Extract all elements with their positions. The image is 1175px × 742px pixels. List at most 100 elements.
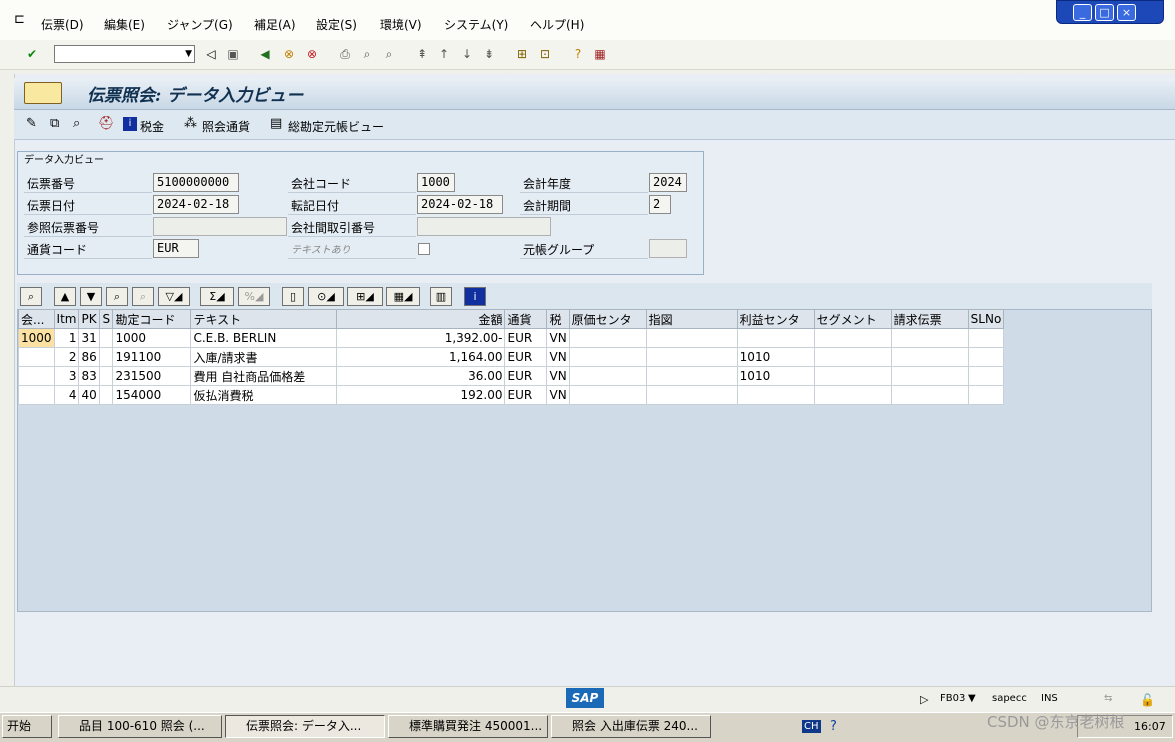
- cell[interactable]: VN: [546, 366, 570, 386]
- cell[interactable]: [967, 347, 1005, 367]
- ledger-group-field[interactable]: [649, 239, 687, 258]
- find-next-icon[interactable]: ⌕: [132, 287, 154, 306]
- export-icon[interactable]: ⊞◢: [347, 287, 383, 306]
- cell[interactable]: VN: [546, 328, 570, 348]
- cell[interactable]: [645, 347, 738, 367]
- cancel-icon[interactable]: ⊗: [304, 46, 320, 62]
- cell[interactable]: [890, 385, 969, 405]
- cell[interactable]: EUR: [504, 328, 548, 348]
- previous-page-icon[interactable]: ↑: [436, 46, 452, 62]
- back-icon[interactable]: ◀: [257, 46, 273, 62]
- hat-icon[interactable]: ⛑: [98, 116, 115, 131]
- cell[interactable]: [99, 385, 114, 405]
- chart-icon[interactable]: ▥: [430, 287, 452, 306]
- info-icon[interactable]: i: [123, 117, 137, 131]
- company-code-field[interactable]: 1000: [417, 173, 455, 192]
- cell[interactable]: [568, 328, 647, 348]
- col-pk-header[interactable]: PK: [78, 309, 101, 329]
- lock-icon[interactable]: 🔓: [1140, 693, 1155, 707]
- cell[interactable]: VN: [546, 347, 570, 367]
- chevron-down-icon[interactable]: ▼: [968, 693, 976, 704]
- cell[interactable]: [568, 385, 647, 405]
- posting-date-field[interactable]: 2024-02-18: [417, 195, 503, 214]
- cell[interactable]: EUR: [504, 347, 548, 367]
- find-icon[interactable]: ⌕: [359, 46, 375, 62]
- enter-icon[interactable]: ✔: [24, 46, 40, 62]
- overview-icon[interactable]: ⌕: [73, 116, 80, 131]
- intercompany-field[interactable]: [417, 217, 551, 236]
- col-order-header[interactable]: 指図: [645, 309, 738, 329]
- menu-environment[interactable]: 環境(V): [380, 16, 422, 33]
- cell[interactable]: C.E.B. BERLIN: [190, 328, 338, 348]
- gl-view-button[interactable]: 総勘定元帳ビュー: [288, 118, 384, 135]
- col-slno-header[interactable]: SLNo: [967, 309, 1005, 329]
- col-amount-header[interactable]: 金額: [336, 309, 506, 329]
- menu-window-icon[interactable]: ⊏: [14, 12, 25, 27]
- fiscal-year-field[interactable]: 2024: [649, 173, 687, 192]
- cell[interactable]: VN: [546, 385, 570, 405]
- find-icon[interactable]: ⌕: [106, 287, 128, 306]
- shortcut-icon[interactable]: ⊡: [537, 46, 553, 62]
- layout-menu-icon[interactable]: ▦: [592, 46, 608, 62]
- last-page-icon[interactable]: ⇟: [481, 46, 497, 62]
- cell[interactable]: [18, 385, 55, 405]
- language-indicator[interactable]: CH: [802, 720, 821, 733]
- cell[interactable]: 86: [78, 347, 101, 367]
- tax-button[interactable]: 税金: [140, 118, 164, 135]
- cell[interactable]: 3: [53, 366, 80, 386]
- ref-doc-field[interactable]: [153, 217, 287, 236]
- display-currency-button[interactable]: 照会通貨: [202, 118, 250, 135]
- cell[interactable]: 231500: [112, 366, 192, 386]
- ledger-icon[interactable]: ▤: [270, 116, 282, 131]
- cell[interactable]: [645, 385, 738, 405]
- help-icon[interactable]: ?: [570, 46, 586, 62]
- cell[interactable]: 154000: [112, 385, 192, 405]
- app-menu-button[interactable]: [24, 82, 62, 104]
- layout-icon[interactable]: ▦◢: [386, 287, 420, 306]
- text-exists-checkbox[interactable]: [418, 243, 430, 255]
- col-tax-header[interactable]: 税: [546, 309, 570, 329]
- cell[interactable]: EUR: [504, 385, 548, 405]
- cell[interactable]: 1,392.00-: [336, 328, 506, 348]
- cell[interactable]: [890, 328, 969, 348]
- cell[interactable]: 36.00: [336, 366, 506, 386]
- sum-icon[interactable]: Σ◢: [200, 287, 234, 306]
- next-page-icon[interactable]: ↓: [459, 46, 475, 62]
- restore-button[interactable]: □: [1095, 4, 1114, 21]
- cell[interactable]: 83: [78, 366, 101, 386]
- cell[interactable]: 1010: [736, 366, 815, 386]
- print-preview-icon[interactable]: ▯: [282, 287, 304, 306]
- doc-date-field[interactable]: 2024-02-18: [153, 195, 239, 214]
- cell[interactable]: 4: [53, 385, 80, 405]
- exit-icon[interactable]: ⊗: [281, 46, 297, 62]
- minimize-button[interactable]: _: [1073, 4, 1092, 21]
- first-page-icon[interactable]: ⇞: [414, 46, 430, 62]
- edit-icon[interactable]: ✎: [26, 116, 37, 131]
- table-row[interactable]: 2 86 191100 入庫/請求書 1,164.00 EUR VN 1010: [18, 347, 1005, 367]
- menu-extras[interactable]: 補足(A): [254, 16, 296, 33]
- table-row[interactable]: 1000 1 31 1000 C.E.B. BERLIN 1,392.00- E…: [18, 328, 1005, 348]
- col-segment-header[interactable]: セグメント: [813, 309, 892, 329]
- col-billing-doc-header[interactable]: 請求伝票: [890, 309, 969, 329]
- cell[interactable]: [967, 366, 1005, 386]
- cell[interactable]: EUR: [504, 366, 548, 386]
- cell[interactable]: 費用 自社商品価格差: [190, 366, 338, 386]
- cell[interactable]: [736, 385, 815, 405]
- menu-edit[interactable]: 編集(E): [104, 16, 145, 33]
- cell[interactable]: 1000: [112, 328, 192, 348]
- cell[interactable]: [18, 347, 55, 367]
- cell[interactable]: [99, 366, 114, 386]
- doc-number-field[interactable]: 5100000000: [153, 173, 239, 192]
- menu-system[interactable]: システム(Y): [444, 16, 508, 33]
- table-row[interactable]: 3 83 231500 費用 自社商品価格差 36.00 EUR VN 1010: [18, 366, 1005, 386]
- cell[interactable]: 31: [78, 328, 101, 348]
- cell[interactable]: [967, 328, 1005, 348]
- cell[interactable]: [890, 366, 969, 386]
- cell[interactable]: 入庫/請求書: [190, 347, 338, 367]
- cell[interactable]: [813, 366, 892, 386]
- cell[interactable]: 1000: [18, 328, 55, 348]
- details-icon[interactable]: ⌕: [20, 287, 42, 306]
- cell[interactable]: 仮払消費税: [190, 385, 338, 405]
- sort-descending-icon[interactable]: ▼: [80, 287, 102, 306]
- menu-help[interactable]: ヘルプ(H): [530, 16, 584, 33]
